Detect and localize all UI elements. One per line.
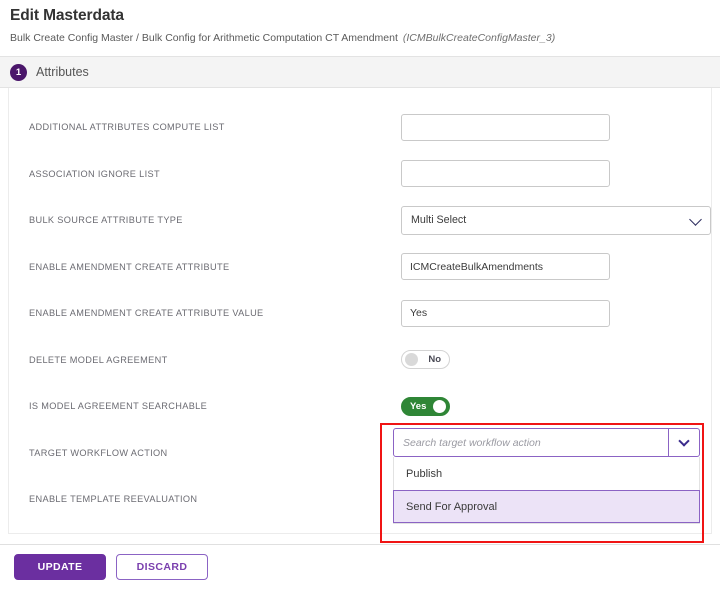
input-association-ignore-list[interactable] [401,160,610,188]
label-delete-model-agreement: DELETE MODEL AGREEMENT [29,354,168,365]
target-workflow-action-dropdown: Publish Send For Approval [393,428,700,524]
label-association-ignore-list: ASSOCIATION IGNORE LIST [29,168,160,179]
control-is-model-agreement-searchable: Yes [401,396,711,416]
label-target-workflow-action: TARGET WORKFLOW ACTION [29,447,168,458]
form-row-bulk-source-attribute-type: BULK SOURCE ATTRIBUTE TYPE Multi Select [9,197,711,244]
toggle-label-is-model-agreement-searchable: Yes [410,400,427,412]
label-is-model-agreement-searchable: IS MODEL AGREEMENT SEARCHABLE [29,401,208,412]
section-title: Attributes [36,65,89,79]
target-workflow-action-search-field[interactable] [393,428,700,457]
dropdown-option-send-for-approval[interactable]: Send For Approval [393,490,700,523]
update-button[interactable]: UPDATE [14,554,106,580]
search-input-target-workflow-action[interactable] [394,429,668,456]
select-bulk-source-attribute-type[interactable]: Multi Select [401,205,711,235]
select-value-bulk-source-attribute-type: Multi Select [411,214,467,227]
label-enable-amendment-create-attribute-value: ENABLE AMENDMENT CREATE ATTRIBUTE VALUE [29,308,264,319]
form-row-enable-amendment-create-attribute: ENABLE AMENDMENT CREATE ATTRIBUTE [9,244,711,291]
control-association-ignore-list [401,160,711,188]
chevron-down-icon [678,434,690,447]
toggle-is-model-agreement-searchable[interactable]: Yes [401,396,450,416]
label-enable-amendment-create-attribute: ENABLE AMENDMENT CREATE ATTRIBUTE [29,261,230,272]
control-additional-attributes-compute-list [401,113,711,141]
form-row-association-ignore-list: ASSOCIATION IGNORE LIST [9,151,711,198]
page-header: Edit Masterdata Bulk Create Config Maste… [0,0,720,47]
toggle-delete-model-agreement[interactable]: No [401,350,450,370]
toggle-label-delete-model-agreement: No [428,354,441,366]
control-delete-model-agreement: No [401,350,711,370]
form-row-additional-attributes-compute-list: ADDITIONAL ATTRIBUTES COMPUTE LIST [9,104,711,151]
edit-masterdata-page: Edit Masterdata Bulk Create Config Maste… [0,0,720,589]
form-footer: UPDATE DISCARD [0,544,720,589]
input-additional-attributes-compute-list[interactable] [401,113,610,141]
chevron-down-icon [689,213,702,227]
control-enable-amendment-create-attribute [401,253,711,281]
input-enable-amendment-create-attribute-value[interactable] [401,299,610,327]
label-enable-template-reevaluation: ENABLE TEMPLATE REEVALUATION [29,494,198,505]
breadcrumb-path: Bulk Create Config Master / Bulk Config … [10,32,398,44]
discard-button[interactable]: DISCARD [116,554,208,580]
form-row-enable-amendment-create-attribute-value: ENABLE AMENDMENT CREATE ATTRIBUTE VALUE [9,290,711,337]
control-enable-amendment-create-attribute-value [401,299,711,327]
step-number-badge: 1 [10,63,27,81]
label-bulk-source-attribute-type: BULK SOURCE ATTRIBUTE TYPE [29,215,183,226]
breadcrumb: Bulk Create Config Master / Bulk Config … [10,29,720,47]
dropdown-toggle-button[interactable] [668,429,699,456]
control-bulk-source-attribute-type: Multi Select [401,205,711,235]
input-enable-amendment-create-attribute[interactable] [401,253,610,281]
label-additional-attributes-compute-list: ADDITIONAL ATTRIBUTES COMPUTE LIST [29,122,225,133]
dropdown-option-publish[interactable]: Publish [394,457,699,490]
toggle-knob [433,399,446,413]
dropdown-options-list: Publish Send For Approval [393,457,700,524]
breadcrumb-code: (ICMBulkCreateConfigMaster_3) [402,32,556,44]
page-title: Edit Masterdata [10,7,124,24]
section-header-attributes: 1 Attributes [0,56,720,88]
form-row-is-model-agreement-searchable: IS MODEL AGREEMENT SEARCHABLE Yes [9,383,711,430]
toggle-knob [405,353,418,367]
form-row-delete-model-agreement: DELETE MODEL AGREEMENT No [9,337,711,384]
